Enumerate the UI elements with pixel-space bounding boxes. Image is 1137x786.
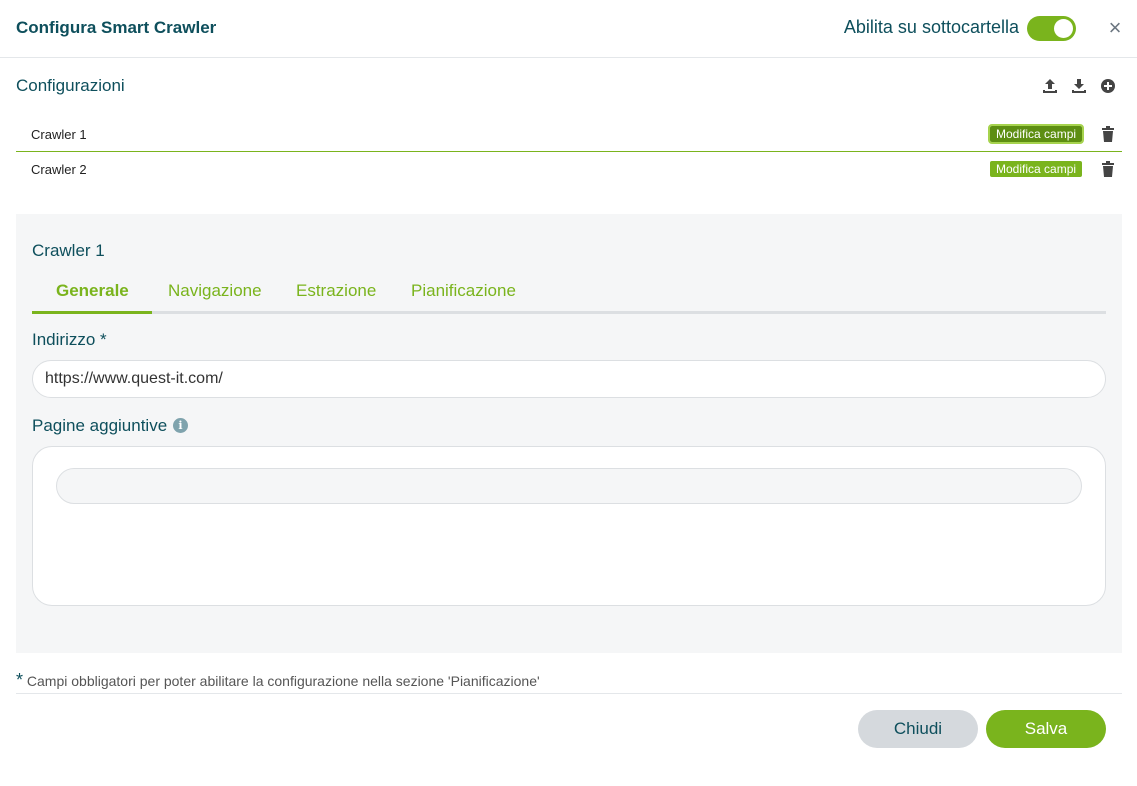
tab-bar: Generale Navigazione Estrazione Pianific… [32,276,1106,314]
edit-fields-button[interactable]: Modifica campi [987,124,1085,144]
crawler-name: Crawler 2 [31,162,87,177]
active-tab-indicator [32,311,152,314]
dialog-title: Configura Smart Crawler [16,18,217,37]
subfolder-toggle[interactable] [1027,16,1076,41]
download-icon[interactable] [1071,78,1087,94]
trash-icon[interactable] [1102,161,1114,177]
footer-divider [16,693,1122,694]
add-circle-icon[interactable] [1100,78,1116,94]
crawler-row[interactable]: Crawler 1 Modifica campi [16,118,1122,152]
edit-fields-button[interactable]: Modifica campi [990,161,1083,177]
subfolder-toggle-label: Abilita su sottocartella [843,17,1019,37]
configurations-title: Configurazioni [16,76,125,95]
dialog-header: Configura Smart Crawler Abilita su sotto… [0,0,1137,58]
tab-estrazione[interactable]: Estrazione [296,281,376,301]
address-input[interactable] [32,360,1106,398]
extra-pages-input[interactable] [56,468,1082,504]
crawler-row[interactable]: Crawler 2 Modifica campi [16,153,1122,187]
info-icon[interactable]: i [173,418,188,433]
close-button[interactable]: Chiudi [858,710,978,748]
smart-crawler-dialog: Configura Smart Crawler Abilita su sotto… [0,0,1137,786]
address-label: Indirizzo * [32,330,107,349]
close-icon[interactable]: × [1106,16,1124,40]
crawler-detail-title: Crawler 1 [32,241,105,260]
tab-pianificazione[interactable]: Pianificazione [411,281,516,301]
trash-icon[interactable] [1102,126,1114,142]
extra-pages-box [32,446,1106,606]
required-star: * [16,670,24,690]
upload-icon[interactable] [1042,78,1058,94]
crawler-detail-panel: Crawler 1 Generale Navigazione Estrazion… [16,214,1122,653]
tab-navigazione[interactable]: Navigazione [168,281,262,301]
save-button[interactable]: Salva [986,710,1106,748]
required-fields-note: * Campi obbligatori per poter abilitare … [16,670,540,691]
tab-generale[interactable]: Generale [56,281,129,301]
required-note-text: Campi obbligatori per poter abilitare la… [26,673,540,689]
extra-pages-label: Pagine aggiuntive [32,416,168,435]
toggle-knob [1054,19,1073,38]
crawler-name: Crawler 1 [31,127,87,142]
